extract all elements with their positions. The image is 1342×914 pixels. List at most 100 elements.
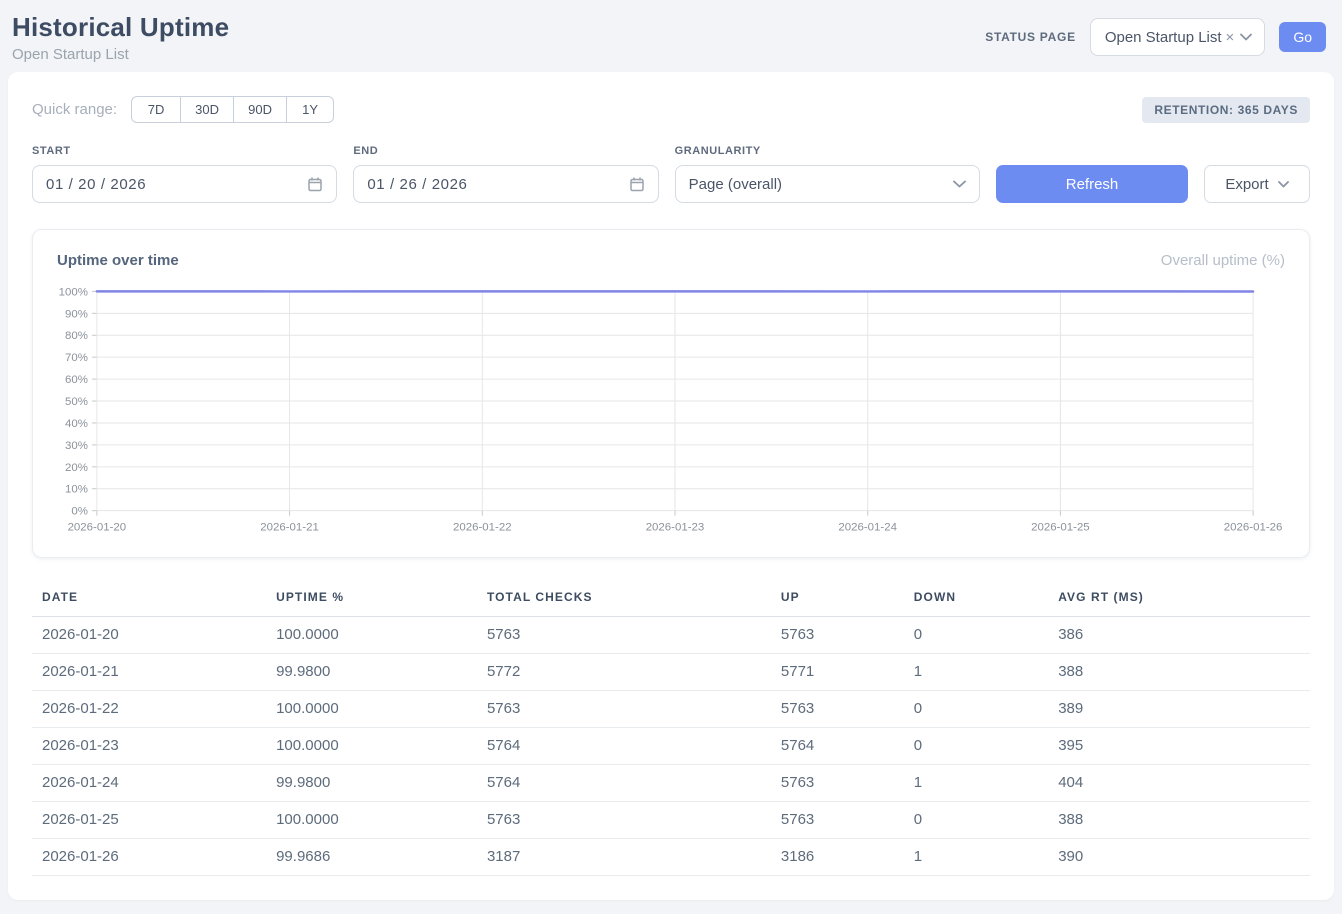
clear-selection-icon[interactable]: × bbox=[1226, 29, 1235, 46]
svg-text:70%: 70% bbox=[65, 352, 88, 364]
svg-text:2026-01-25: 2026-01-25 bbox=[1031, 522, 1090, 534]
svg-text:2026-01-24: 2026-01-24 bbox=[838, 522, 897, 534]
svg-text:90%: 90% bbox=[65, 308, 88, 320]
table-row: 2026-01-2499.9800576457631404 bbox=[32, 765, 1310, 802]
column-header-uptime-: UPTIME % bbox=[276, 582, 487, 617]
cell: 5763 bbox=[781, 691, 914, 728]
start-date-input[interactable]: 01 / 20 / 2026 bbox=[32, 165, 337, 203]
cell: 5764 bbox=[781, 728, 914, 765]
header-controls: STATUS PAGE Open Startup List × Go bbox=[985, 18, 1326, 56]
calendar-icon[interactable] bbox=[307, 176, 323, 192]
granularity-value: Page (overall) bbox=[689, 176, 782, 193]
cell: 5764 bbox=[487, 765, 781, 802]
table-header: DATEUPTIME %TOTAL CHECKSUPDOWNAVG RT (MS… bbox=[32, 582, 1310, 617]
svg-text:2026-01-21: 2026-01-21 bbox=[260, 522, 319, 534]
cell: 2026-01-26 bbox=[32, 839, 276, 876]
page-title: Historical Uptime bbox=[12, 12, 229, 43]
chart-title: Uptime over time bbox=[57, 252, 179, 269]
table-row: 2026-01-22100.0000576357630389 bbox=[32, 691, 1310, 728]
status-page-select[interactable]: Open Startup List × bbox=[1090, 18, 1266, 56]
cell: 388 bbox=[1058, 802, 1310, 839]
status-page-label: STATUS PAGE bbox=[985, 30, 1076, 44]
granularity-label: GRANULARITY bbox=[675, 145, 980, 157]
chevron-down-icon bbox=[953, 180, 966, 188]
svg-text:60%: 60% bbox=[65, 374, 88, 386]
cell: 0 bbox=[914, 802, 1058, 839]
cell: 5763 bbox=[781, 617, 914, 654]
page-subtitle: Open Startup List bbox=[12, 46, 229, 63]
quick-range-1y-button[interactable]: 1Y bbox=[286, 96, 334, 123]
start-label: START bbox=[32, 145, 337, 157]
cell: 2026-01-20 bbox=[32, 617, 276, 654]
svg-text:100%: 100% bbox=[59, 286, 88, 298]
uptime-line-chart: 0%10%20%30%40%50%60%70%80%90%100%2026-01… bbox=[57, 283, 1285, 541]
cell: 1 bbox=[914, 839, 1058, 876]
chevron-down-icon bbox=[1240, 33, 1252, 41]
quick-range-7d-button[interactable]: 7D bbox=[131, 96, 181, 123]
controls-row: START 01 / 20 / 2026 END 01 / 26 / 2026 … bbox=[32, 145, 1310, 203]
column-header-total-checks: TOTAL CHECKS bbox=[487, 582, 781, 617]
svg-text:40%: 40% bbox=[65, 418, 88, 430]
cell: 5763 bbox=[487, 691, 781, 728]
svg-text:2026-01-20: 2026-01-20 bbox=[68, 522, 127, 534]
cell: 5772 bbox=[487, 654, 781, 691]
column-header-date: DATE bbox=[32, 582, 276, 617]
table-row: 2026-01-25100.0000576357630388 bbox=[32, 802, 1310, 839]
cell: 100.0000 bbox=[276, 617, 487, 654]
end-date-value: 01 / 26 / 2026 bbox=[367, 176, 467, 193]
cell: 386 bbox=[1058, 617, 1310, 654]
cell: 0 bbox=[914, 691, 1058, 728]
cell: 404 bbox=[1058, 765, 1310, 802]
cell: 2026-01-25 bbox=[32, 802, 276, 839]
export-button-label: Export bbox=[1225, 176, 1268, 193]
column-header-down: DOWN bbox=[914, 582, 1058, 617]
retention-badge: RETENTION: 365 DAYS bbox=[1142, 97, 1310, 123]
cell: 389 bbox=[1058, 691, 1310, 728]
quick-range-group: 7D 30D 90D 1Y bbox=[131, 96, 334, 123]
cell: 390 bbox=[1058, 839, 1310, 876]
cell: 388 bbox=[1058, 654, 1310, 691]
end-label: END bbox=[353, 145, 658, 157]
cell: 395 bbox=[1058, 728, 1310, 765]
page-header: Historical Uptime Open Startup List STAT… bbox=[0, 0, 1342, 72]
cell: 2026-01-24 bbox=[32, 765, 276, 802]
page-title-block: Historical Uptime Open Startup List bbox=[12, 12, 229, 63]
cell: 100.0000 bbox=[276, 691, 487, 728]
uptime-chart-card: Uptime over time Overall uptime (%) 0% 10… bbox=[32, 229, 1310, 558]
svg-text:80%: 80% bbox=[65, 330, 88, 342]
cell: 3187 bbox=[487, 839, 781, 876]
cell: 100.0000 bbox=[276, 802, 487, 839]
svg-text:0%: 0% bbox=[71, 506, 88, 518]
cell: 99.9800 bbox=[276, 654, 487, 691]
table-row: 2026-01-23100.0000576457640395 bbox=[32, 728, 1310, 765]
quick-range-label: Quick range: bbox=[32, 101, 117, 118]
chevron-down-icon bbox=[1278, 181, 1289, 188]
chart-legend: Overall uptime (%) bbox=[1161, 252, 1285, 269]
end-date-input[interactable]: 01 / 26 / 2026 bbox=[353, 165, 658, 203]
cell: 5771 bbox=[781, 654, 914, 691]
svg-text:30%: 30% bbox=[65, 440, 88, 452]
cell: 0 bbox=[914, 617, 1058, 654]
svg-text:2026-01-22: 2026-01-22 bbox=[453, 522, 512, 534]
table-row: 2026-01-2199.9800577257711388 bbox=[32, 654, 1310, 691]
svg-text:20%: 20% bbox=[65, 462, 88, 474]
granularity-field-group: GRANULARITY Page (overall) bbox=[675, 145, 980, 203]
cell: 100.0000 bbox=[276, 728, 487, 765]
go-button[interactable]: Go bbox=[1279, 22, 1326, 52]
quick-range-row: Quick range: 7D 30D 90D 1Y RETENTION: 36… bbox=[32, 96, 1310, 123]
calendar-icon[interactable] bbox=[629, 176, 645, 192]
cell: 5763 bbox=[487, 617, 781, 654]
start-date-value: 01 / 20 / 2026 bbox=[46, 176, 146, 193]
cell: 2026-01-21 bbox=[32, 654, 276, 691]
refresh-button[interactable]: Refresh bbox=[996, 165, 1188, 203]
cell: 1 bbox=[914, 654, 1058, 691]
quick-range-90d-button[interactable]: 90D bbox=[233, 96, 287, 123]
svg-text:10%: 10% bbox=[65, 484, 88, 496]
cell: 1 bbox=[914, 765, 1058, 802]
cell: 5763 bbox=[781, 802, 914, 839]
cell: 99.9686 bbox=[276, 839, 487, 876]
granularity-select[interactable]: Page (overall) bbox=[675, 165, 980, 203]
cell: 99.9800 bbox=[276, 765, 487, 802]
export-button[interactable]: Export bbox=[1204, 165, 1310, 203]
quick-range-30d-button[interactable]: 30D bbox=[180, 96, 234, 123]
